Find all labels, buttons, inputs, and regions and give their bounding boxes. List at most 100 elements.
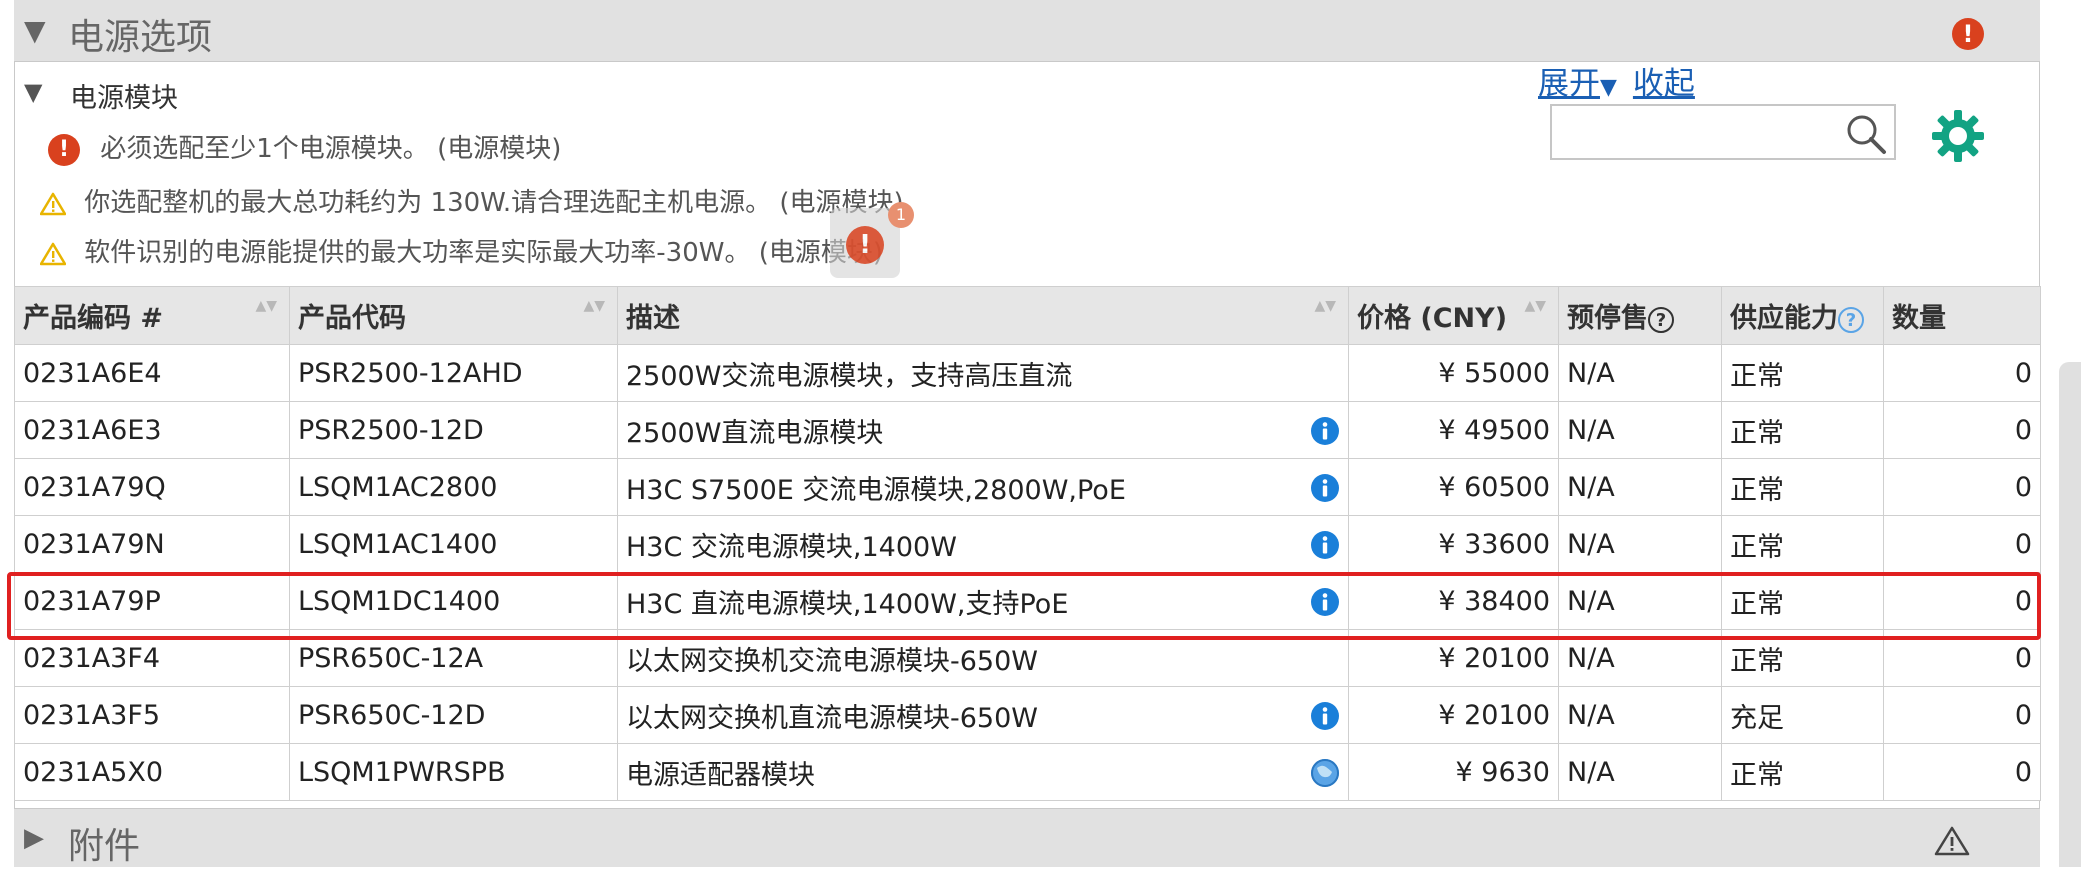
- cell-quantity[interactable]: 0: [1883, 401, 2041, 459]
- cell-description: H3C 交流电源模块,1400W: [617, 515, 1349, 573]
- cell-price: ¥ 20100: [1348, 686, 1559, 744]
- cell-presale: N/A: [1558, 401, 1722, 459]
- sort-icon[interactable]: ▲▼: [255, 299, 277, 313]
- table-row[interactable]: 0231A6E4 PSR2500-12AHD 2500W交流电源模块，支持高压直流 ¥…: [14, 344, 2041, 402]
- vertical-scrollbar[interactable]: [2059, 362, 2081, 867]
- cell-quantity[interactable]: 0: [1883, 344, 2041, 402]
- power-options-header[interactable]: ▼ 电源选项 !: [14, 0, 2040, 62]
- cell-presale: N/A: [1558, 629, 1722, 687]
- cell-quantity[interactable]: 0: [1883, 686, 2041, 744]
- warning-message: 软件识别的电源能提供的最大功率是实际最大功率-30W。 (电源模块): [40, 232, 883, 269]
- cell-supply: 正常: [1721, 401, 1884, 459]
- error-count-badge: 1: [888, 202, 914, 228]
- error-icon: !: [846, 226, 884, 264]
- cell-price: ¥ 33600: [1348, 515, 1559, 573]
- cell-product-model: LSQM1PWRSPB: [289, 743, 618, 801]
- expand-collapse-links: 展开▼ 收起: [1538, 58, 1695, 103]
- cell-description: 2500W直流电源模块: [617, 401, 1349, 459]
- table-row[interactable]: 0231A5X0 LSQM1PWRSPB 电源适配器模块 ¥ 9630 N/A 正常 0: [14, 743, 2041, 801]
- floating-validation-badge[interactable]: ! 1: [830, 202, 914, 278]
- cell-quantity[interactable]: 0: [1883, 629, 2041, 687]
- info-icon[interactable]: [1310, 530, 1340, 560]
- error-icon: !: [1952, 18, 1984, 50]
- cell-quantity[interactable]: 0: [1883, 743, 2041, 801]
- column-header-code[interactable]: 产品编码 # ▲▼: [14, 286, 290, 345]
- cell-product-code: 0231A79P: [14, 572, 290, 630]
- warning-icon: [40, 242, 66, 265]
- cell-description: 以太网交换机直流电源模块-650W: [617, 686, 1349, 744]
- message-text: 软件识别的电源能提供的最大功率是实际最大功率-30W。 (电源模块): [84, 238, 883, 268]
- search-input[interactable]: [1558, 112, 1832, 154]
- info-icon[interactable]: [1310, 473, 1340, 503]
- column-header-model[interactable]: 产品代码 ▲▼: [289, 286, 618, 345]
- section-title: 电源选项: [68, 17, 213, 58]
- info-icon[interactable]: [1310, 701, 1340, 731]
- table-row[interactable]: 0231A3F4 PSR650C-12A 以太网交换机交流电源模块-650W ¥ 20…: [14, 629, 2041, 687]
- table-row[interactable]: 0231A79Q LSQM1AC2800 H3C S7500E 交流电源模块,280…: [14, 458, 2041, 516]
- cell-description: H3C S7500E 交流电源模块,2800W,PoE: [617, 458, 1349, 516]
- collapse-link[interactable]: 收起: [1633, 66, 1695, 102]
- help-icon[interactable]: ?: [1648, 306, 1674, 333]
- subsection-title: 电源模块: [70, 83, 178, 114]
- cell-supply: 正常: [1721, 572, 1884, 630]
- cell-description: 电源适配器模块: [617, 743, 1349, 801]
- search-box: [1550, 104, 1896, 160]
- cell-description: 2500W交流电源模块，支持高压直流: [617, 344, 1349, 402]
- expand-arrow-icon[interactable]: ▶: [24, 823, 44, 853]
- gear-icon[interactable]: [1930, 108, 1986, 164]
- info-icon[interactable]: [1310, 587, 1340, 617]
- power-module-table: 产品编码 # ▲▼ 产品代码 ▲▼ 描述 ▲▼ 价格 (CNY) ▲▼ 预停售? 供应能…: [14, 286, 2041, 801]
- cell-presale: N/A: [1558, 515, 1722, 573]
- column-header-desc[interactable]: 描述 ▲▼: [617, 286, 1349, 345]
- cell-product-code: 0231A79N: [14, 515, 290, 573]
- sort-icon[interactable]: ▲▼: [583, 299, 605, 313]
- globe-icon[interactable]: [1310, 758, 1340, 788]
- collapse-arrow-icon[interactable]: ▼: [24, 14, 46, 47]
- cell-product-code: 0231A6E4: [14, 344, 290, 402]
- cell-price: ¥ 55000: [1348, 344, 1559, 402]
- table-row[interactable]: 0231A79P LSQM1DC1400 H3C 直流电源模块,1400W,支持Po…: [14, 572, 2041, 630]
- warning-message: 你选配整机的最大总功耗约为 130W.请合理选配主机电源。 (电源模块): [40, 182, 904, 219]
- cell-quantity[interactable]: 0: [1883, 515, 2041, 573]
- column-header-presale: 预停售?: [1558, 286, 1722, 345]
- error-message: ! 必须选配至少1个电源模块。 (电源模块): [48, 128, 561, 166]
- cell-presale: N/A: [1558, 572, 1722, 630]
- cell-product-model: PSR2500-12D: [289, 401, 618, 459]
- sort-icon[interactable]: ▲▼: [1314, 299, 1336, 313]
- cell-quantity[interactable]: 0: [1883, 458, 2041, 516]
- warning-icon: [40, 192, 66, 215]
- chevron-down-icon: ▼: [1600, 75, 1617, 100]
- cell-product-code: 0231A3F5: [14, 686, 290, 744]
- cell-quantity[interactable]: 0: [1883, 572, 2041, 630]
- cell-product-code: 0231A79Q: [14, 458, 290, 516]
- cell-supply: 正常: [1721, 458, 1884, 516]
- cell-supply: 正常: [1721, 629, 1884, 687]
- section-title: 附件: [68, 826, 141, 867]
- info-icon[interactable]: [1310, 416, 1340, 446]
- expand-link[interactable]: 展开: [1538, 66, 1600, 102]
- message-text: 你选配整机的最大总功耗约为 130W.请合理选配主机电源。 (电源模块): [84, 188, 904, 218]
- cell-product-model: LSQM1AC2800: [289, 458, 618, 516]
- column-header-price[interactable]: 价格 (CNY) ▲▼: [1348, 286, 1559, 345]
- search-icon[interactable]: [1844, 112, 1888, 156]
- help-icon[interactable]: ?: [1838, 306, 1864, 333]
- table-row[interactable]: 0231A79N LSQM1AC1400 H3C 交流电源模块,1400W ¥ 336…: [14, 515, 2041, 573]
- cell-product-code: 0231A6E3: [14, 401, 290, 459]
- cell-presale: N/A: [1558, 344, 1722, 402]
- cell-presale: N/A: [1558, 458, 1722, 516]
- cell-product-model: PSR2500-12AHD: [289, 344, 618, 402]
- cell-product-model: LSQM1DC1400: [289, 572, 618, 630]
- table-row[interactable]: 0231A6E3 PSR2500-12D 2500W直流电源模块 ¥ 49500 N/A…: [14, 401, 2041, 459]
- subsection-collapse-arrow-icon[interactable]: ▼: [24, 78, 42, 106]
- accessories-header[interactable]: ▶ 附件: [14, 808, 2040, 867]
- sort-icon[interactable]: ▲▼: [1524, 299, 1546, 313]
- cell-price: ¥ 49500: [1348, 401, 1559, 459]
- cell-price: ¥ 9630: [1348, 743, 1559, 801]
- cell-price: ¥ 60500: [1348, 458, 1559, 516]
- cell-supply: 正常: [1721, 344, 1884, 402]
- cell-price: ¥ 20100: [1348, 629, 1559, 687]
- table-row[interactable]: 0231A3F5 PSR650C-12D 以太网交换机直流电源模块-650W ¥ 20…: [14, 686, 2041, 744]
- cell-presale: N/A: [1558, 743, 1722, 801]
- cell-supply: 正常: [1721, 743, 1884, 801]
- cell-presale: N/A: [1558, 686, 1722, 744]
